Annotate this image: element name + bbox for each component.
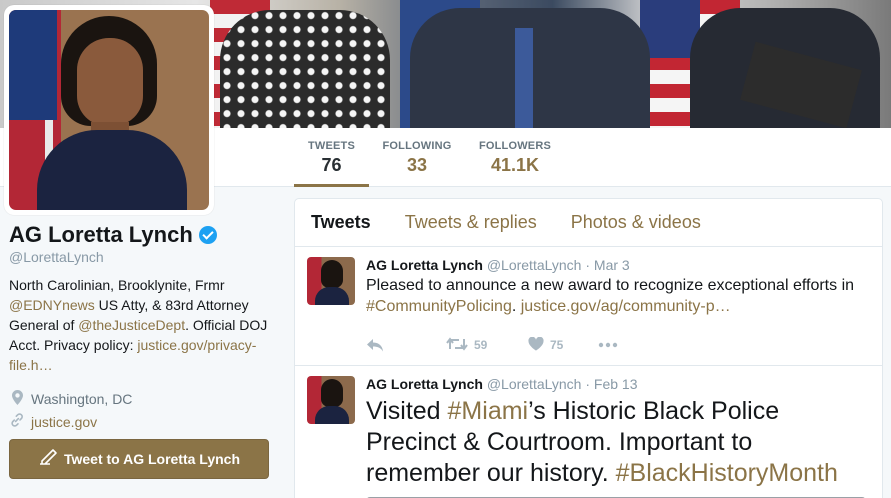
stat-followers-value: 41.1K xyxy=(490,155,540,175)
tweet[interactable]: AG Loretta Lynch @LorettaLynch · Mar 3 P… xyxy=(295,247,882,366)
stat-followers[interactable]: FOLLOWERS 41.1K xyxy=(478,140,552,176)
tweet[interactable]: AG Loretta Lynch @LorettaLynch · Feb 13 … xyxy=(295,366,882,498)
tweet-author-handle[interactable]: @LorettaLynch xyxy=(487,257,582,273)
tab-tweets[interactable]: Tweets xyxy=(311,212,371,233)
profile-location: Washington, DC xyxy=(9,387,274,410)
tweet-date[interactable]: · Mar 3 xyxy=(585,257,629,273)
tweet-header: AG Loretta Lynch @LorettaLynch · Mar 3 xyxy=(366,257,870,273)
tab-tweets-replies[interactable]: Tweets & replies xyxy=(405,212,537,233)
stat-tweets[interactable]: TWEETS 76 xyxy=(294,140,369,187)
avatar-image xyxy=(9,10,209,210)
profile-name[interactable]: AG Loretta Lynch xyxy=(9,222,193,248)
tab-photos-videos[interactable]: Photos & videos xyxy=(571,212,701,233)
tweet-author-name[interactable]: AG Loretta Lynch xyxy=(366,257,483,273)
location-text: Washington, DC xyxy=(31,390,133,407)
tweet-author-handle[interactable]: @LorettaLynch xyxy=(487,376,582,392)
location-pin-icon xyxy=(9,389,25,408)
tweet-text-part: Pleased to announce a new award to recog… xyxy=(366,277,855,294)
tweet-text-part: . xyxy=(511,298,521,315)
tweet-hashtag[interactable]: #Miami xyxy=(448,397,529,425)
tweet-header: AG Loretta Lynch @LorettaLynch · Feb 13 xyxy=(366,376,870,392)
stat-followers-label: FOLLOWERS xyxy=(478,140,552,152)
profile-website: justice.gov xyxy=(9,410,274,433)
link-icon xyxy=(9,413,25,430)
tweet-to-button[interactable]: Tweet to AG Loretta Lynch xyxy=(9,439,269,479)
stat-tweets-value: 76 xyxy=(321,155,342,175)
tweet-author-name[interactable]: AG Loretta Lynch xyxy=(366,376,483,392)
stat-following-label: FOLLOWING xyxy=(382,140,452,152)
timeline-tabs: Tweets Tweets & replies Photos & videos xyxy=(295,199,882,247)
retweet-icon xyxy=(446,335,468,356)
retweet-count: 59 xyxy=(474,338,488,352)
profile-meta: Washington, DC justice.gov xyxy=(9,387,274,433)
tweet-text: Visited #Miami’s Historic Black Police P… xyxy=(366,396,870,489)
tweet-text: Pleased to announce a new award to recog… xyxy=(366,275,870,317)
tweet-to-label: Tweet to AG Loretta Lynch xyxy=(63,451,241,467)
heart-icon xyxy=(528,335,544,356)
tweet-hashtag[interactable]: #BlackHistoryMonth xyxy=(616,459,838,487)
website-link[interactable]: justice.gov xyxy=(31,414,97,430)
more-dots-icon[interactable] xyxy=(598,342,618,348)
timeline: Tweets Tweets & replies Photos & videos … xyxy=(294,198,883,498)
stat-following[interactable]: FOLLOWING 33 xyxy=(382,140,452,176)
stat-following-value: 33 xyxy=(406,155,428,175)
retweet-button[interactable]: 59 xyxy=(446,335,528,356)
tweet-hashtag[interactable]: #CommunityPolicing xyxy=(366,298,512,315)
stat-tweets-label: TWEETS xyxy=(307,140,356,152)
tweet-actions: 59 75 xyxy=(366,325,870,365)
profile-bio: North Carolinian, Brooklynite, Frmr @EDN… xyxy=(9,275,271,375)
profile-name-row: AG Loretta Lynch xyxy=(9,222,274,248)
tweet-avatar[interactable] xyxy=(307,376,355,424)
tweet-link[interactable]: justice.gov/ag/community-p… xyxy=(521,298,731,315)
tweet-avatar[interactable] xyxy=(307,257,355,305)
profile-avatar[interactable] xyxy=(4,5,214,215)
like-button[interactable]: 75 xyxy=(528,335,598,356)
quill-icon xyxy=(38,448,58,471)
verified-badge-icon[interactable] xyxy=(198,226,217,244)
profile-card: AG Loretta Lynch @LorettaLynch North Car… xyxy=(9,222,274,433)
tweet-date[interactable]: · Feb 13 xyxy=(585,376,637,392)
bio-link-ednynews[interactable]: @EDNYnews xyxy=(9,297,95,313)
like-count: 75 xyxy=(550,338,564,352)
bio-link-justicedept[interactable]: @theJusticeDept xyxy=(78,317,185,333)
bio-text: North Carolinian, Brooklynite, Frmr xyxy=(9,277,225,293)
tweet-text-part: Visited xyxy=(366,397,448,425)
reply-icon[interactable] xyxy=(366,338,446,352)
profile-handle[interactable]: @LorettaLynch xyxy=(9,249,274,265)
